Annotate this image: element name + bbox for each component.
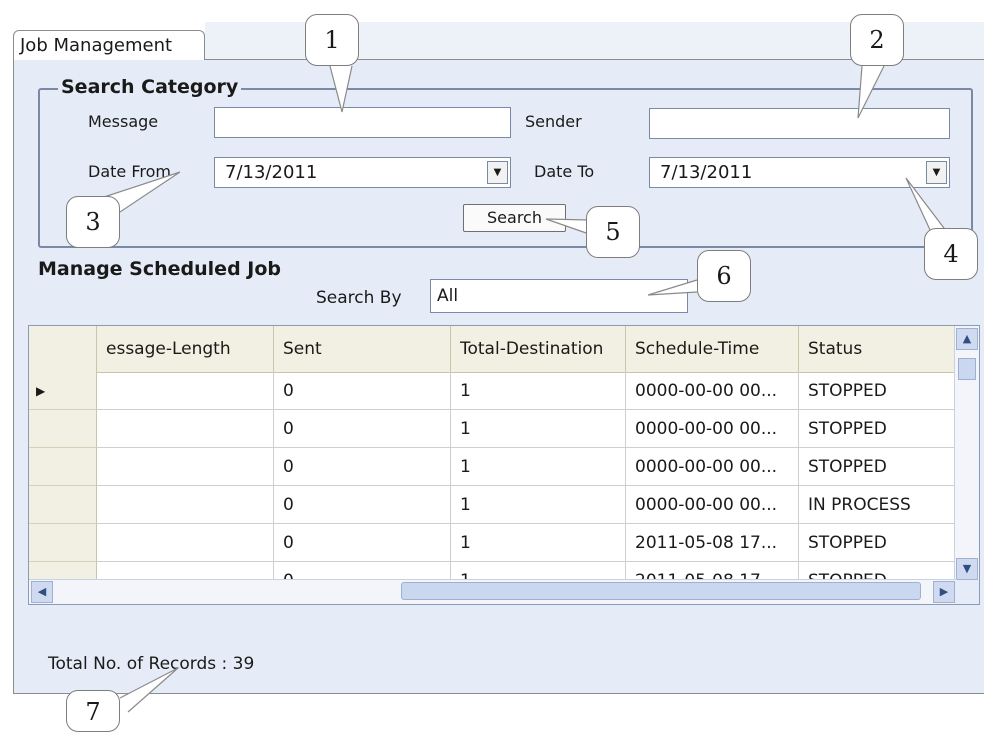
cell-schedule-time[interactable]: 0000-00-00 00...	[626, 372, 799, 410]
table-row[interactable]: 0 1 0000-00-00 00... IN PROCESS	[29, 486, 957, 524]
cell-total-destination[interactable]: 1	[451, 448, 626, 486]
cell-status[interactable]: IN PROCESS	[799, 486, 957, 524]
arrow-right-icon[interactable]: ▶	[933, 581, 955, 603]
cell-schedule-time[interactable]: 2011-05-08 17...	[626, 524, 799, 562]
scheduled-jobs-grid[interactable]: essage-Length Sent Total-Destination Sch…	[28, 325, 980, 605]
row-selector[interactable]	[29, 486, 97, 524]
date-from-value: 7/13/2011	[225, 162, 318, 183]
cell-message-length[interactable]	[97, 524, 274, 562]
cell-status[interactable]: STOPPED	[799, 448, 957, 486]
row-selector[interactable]	[29, 448, 97, 486]
column-header-schedule-time[interactable]: Schedule-Time	[626, 326, 799, 372]
current-row-indicator-icon: ▶	[36, 384, 46, 398]
search-button[interactable]: Search	[463, 204, 566, 232]
row-selector[interactable]	[29, 410, 97, 448]
cell-status[interactable]: STOPPED	[799, 372, 957, 410]
cell-status[interactable]: STOPPED	[799, 524, 957, 562]
arrow-down-icon[interactable]: ▼	[956, 558, 978, 580]
row-selector[interactable]: ▶	[29, 372, 97, 410]
cell-total-destination[interactable]: 1	[451, 524, 626, 562]
search-by-label: Search By	[316, 288, 402, 308]
vertical-scroll-thumb[interactable]	[958, 358, 976, 380]
date-from-label: Date From	[88, 162, 171, 181]
table-row[interactable]: 0 1 0000-00-00 00... STOPPED	[29, 448, 957, 486]
callout-4: 4	[924, 228, 978, 280]
manage-scheduled-job-title: Manage Scheduled Job	[38, 258, 282, 280]
cell-sent[interactable]: 0	[274, 410, 451, 448]
column-header-status[interactable]: Status	[799, 326, 957, 372]
cell-total-destination[interactable]: 1	[451, 372, 626, 410]
date-to-label: Date To	[534, 162, 595, 181]
cell-schedule-time[interactable]: 0000-00-00 00...	[626, 486, 799, 524]
arrow-up-icon[interactable]: ▲	[956, 328, 978, 350]
cell-sent[interactable]: 0	[274, 372, 451, 410]
vertical-scrollbar[interactable]: ▲ ▼	[954, 326, 979, 582]
message-label: Message	[88, 112, 159, 131]
table-row[interactable]: 0 1 0000-00-00 00... STOPPED	[29, 410, 957, 448]
search-category-title: Search Category	[58, 76, 242, 98]
table-row[interactable]: ▶ 0 1 0000-00-00 00... STOPPED	[29, 372, 957, 410]
callout-6: 6	[697, 250, 751, 302]
date-to-value: 7/13/2011	[660, 162, 753, 183]
arrow-left-icon[interactable]: ◀	[31, 581, 53, 603]
message-input[interactable]	[214, 107, 511, 138]
cell-schedule-time[interactable]: 0000-00-00 00...	[626, 448, 799, 486]
date-from-picker[interactable]: 7/13/2011 ▼	[214, 157, 511, 188]
search-by-value: All	[437, 286, 459, 306]
cell-status[interactable]: STOPPED	[799, 410, 957, 448]
horizontal-scrollbar[interactable]: ◀ ▶	[29, 579, 957, 604]
sender-label: Sender	[525, 112, 582, 131]
chevron-down-icon[interactable]: ▼	[487, 161, 508, 184]
cell-message-length[interactable]	[97, 448, 274, 486]
date-to-picker[interactable]: 7/13/2011 ▼	[649, 157, 950, 188]
cell-sent[interactable]: 0	[274, 448, 451, 486]
callout-2: 2	[850, 14, 904, 66]
column-header-sent[interactable]: Sent	[274, 326, 451, 372]
cell-message-length[interactable]	[97, 372, 274, 410]
sender-input[interactable]	[649, 108, 950, 139]
column-header-message-length[interactable]: essage-Length	[97, 326, 274, 372]
column-header-total-destination[interactable]: Total-Destination	[451, 326, 626, 372]
callout-7: 7	[66, 690, 120, 732]
horizontal-scroll-thumb[interactable]	[401, 582, 921, 600]
table-row[interactable]: 012011-05-08 17...STOPPED	[29, 524, 957, 562]
row-header-corner	[29, 326, 97, 372]
cell-message-length[interactable]	[97, 410, 274, 448]
total-records-label: Total No. of Records : 39	[48, 654, 255, 674]
callout-1: 1	[305, 14, 359, 66]
cell-message-length[interactable]	[97, 486, 274, 524]
callout-5: 5	[586, 206, 640, 258]
cell-total-destination[interactable]: 1	[451, 486, 626, 524]
cell-total-destination[interactable]: 1	[451, 410, 626, 448]
chevron-down-icon[interactable]: ▼	[926, 161, 947, 184]
cell-sent[interactable]: 0	[274, 486, 451, 524]
callout-3: 3	[66, 196, 120, 248]
row-selector[interactable]	[29, 524, 97, 562]
scrollbar-corner	[955, 580, 979, 604]
search-by-select[interactable]: All	[430, 279, 688, 313]
cell-sent[interactable]: 0	[274, 524, 451, 562]
cell-schedule-time[interactable]: 0000-00-00 00...	[626, 410, 799, 448]
tab-job-management[interactable]: Job Management	[13, 30, 205, 60]
